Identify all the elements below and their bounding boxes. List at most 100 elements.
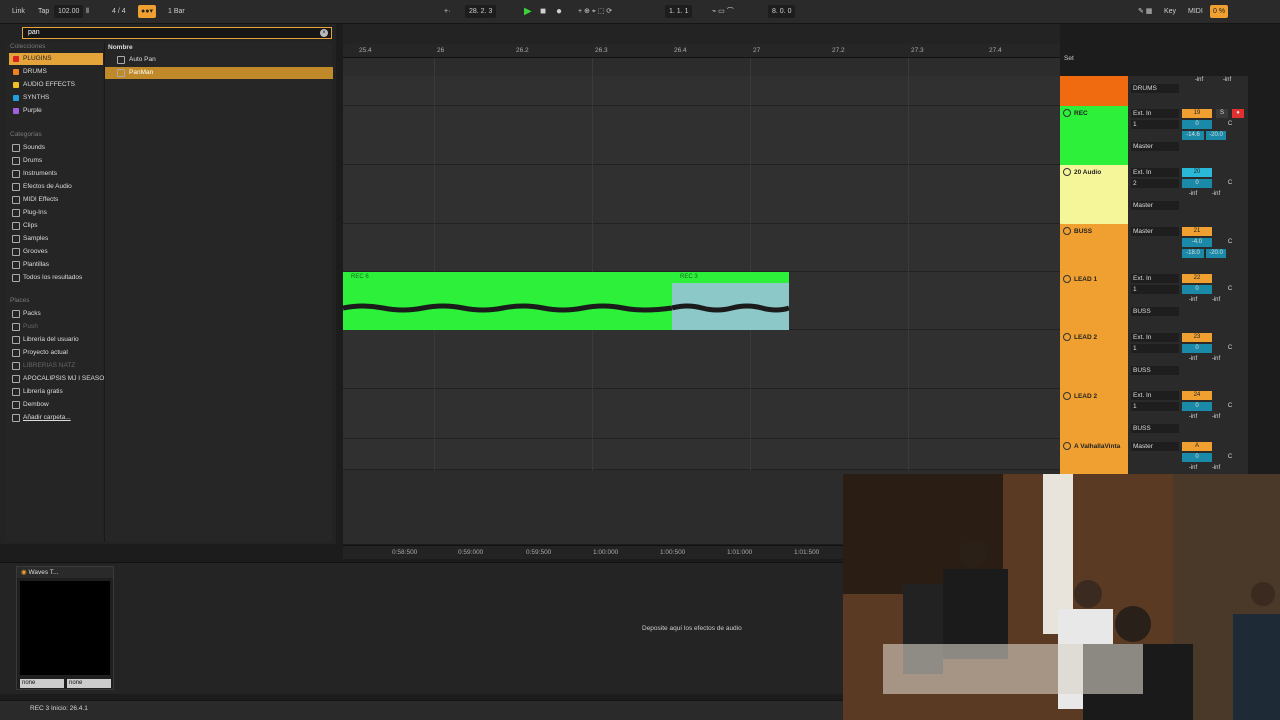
drop-hint[interactable]: Deposite aquí los efectos de audio — [642, 625, 742, 632]
output-select[interactable]: DRUMS — [1131, 84, 1179, 93]
place-push[interactable]: Push — [9, 321, 103, 333]
track-header-lead-2[interactable]: LEAD 2 — [1060, 330, 1128, 389]
loop-start[interactable]: 1. 1. 1 — [665, 5, 693, 18]
device-title-bar[interactable]: ◉ Waves T... — [17, 567, 113, 578]
send-field[interactable]: -20.0 — [1206, 131, 1226, 140]
output-select[interactable]: Master — [1131, 142, 1179, 151]
collection-audio-effects[interactable]: AUDIO EFFECTS — [9, 79, 103, 91]
arm-button[interactable]: ● — [1232, 109, 1244, 118]
volume-field[interactable]: 0 — [1182, 120, 1212, 129]
volume-field[interactable]: 0 — [1182, 453, 1212, 462]
track-activator[interactable]: 20 — [1182, 168, 1212, 177]
output-select[interactable]: Master — [1131, 227, 1179, 236]
loop-length[interactable]: 8. 0. 0 — [768, 5, 796, 18]
input-channel-select[interactable]: 1 — [1131, 344, 1179, 353]
category-templates[interactable]: Plantillas — [9, 259, 103, 271]
send-field[interactable]: -inf — [1206, 190, 1226, 199]
category-grooves[interactable]: Grooves — [9, 246, 103, 258]
input-channel-select[interactable]: 1 — [1131, 402, 1179, 411]
collection-drums[interactable]: DRUMS — [9, 66, 103, 78]
pan-field[interactable]: C — [1216, 402, 1244, 411]
overview-strip[interactable] — [343, 24, 1060, 44]
pan-field[interactable]: C — [1216, 179, 1244, 188]
input-type-select[interactable]: Ext. In — [1131, 168, 1179, 177]
track-lane[interactable] — [343, 330, 1060, 389]
input-type-select[interactable]: Ext. In — [1131, 109, 1179, 118]
time-ruler[interactable]: 0:58:500 0:59:000 0:59:500 1:00:000 1:00… — [343, 545, 843, 559]
track-lane[interactable] — [343, 106, 1060, 165]
volume-field[interactable]: 0 — [1182, 344, 1212, 353]
metronome-icon[interactable]: ⦀ — [86, 5, 89, 18]
place-apocalipsis[interactable]: APOCALIPSIS MJ I SEASO — [9, 373, 104, 385]
pan-field[interactable]: C — [1216, 344, 1244, 353]
link-button[interactable]: Link — [12, 5, 25, 18]
send-field[interactable]: -inf — [1206, 355, 1226, 364]
volume-field[interactable]: 0 — [1182, 402, 1212, 411]
volume-field[interactable]: -4.0 — [1182, 238, 1212, 247]
list-item-auto-pan[interactable]: Auto Pan — [105, 54, 333, 66]
pan-field[interactable]: C — [1216, 238, 1244, 247]
record-quantize-icon[interactable]: ●●▾ — [138, 5, 156, 18]
category-instruments[interactable]: Instruments — [9, 168, 103, 180]
input-channel-select[interactable]: 1 — [1131, 120, 1179, 129]
song-position[interactable]: 28. 2. 3 — [465, 5, 497, 18]
sidechain-select[interactable]: none — [67, 679, 111, 688]
place-packs[interactable]: Packs — [9, 308, 103, 320]
fold-icon[interactable] — [1063, 275, 1071, 283]
track-header-lead-1[interactable]: LEAD 1 — [1060, 272, 1128, 330]
overdub-icon[interactable]: + ⊕ ⌖ ⬚ ⟳ — [578, 5, 612, 18]
output-select[interactable]: BUSS — [1131, 424, 1179, 433]
place-user-library[interactable]: Librería del usuario — [9, 334, 103, 346]
collection-purple[interactable]: Purple — [9, 105, 103, 117]
search-text[interactable]: pan — [28, 29, 40, 36]
volume-field[interactable]: 0 — [1182, 285, 1212, 294]
record-button[interactable]: ● — [556, 5, 562, 18]
output-select[interactable]: BUSS — [1131, 366, 1179, 375]
midi-map-button[interactable]: MIDI — [1188, 5, 1203, 18]
category-clips[interactable]: Clips — [9, 220, 103, 232]
output-select[interactable]: Master — [1131, 201, 1179, 210]
track-header-return-a[interactable]: A ValhallaVinta — [1060, 439, 1128, 474]
place-dembow[interactable]: Dembow — [9, 399, 103, 411]
category-drums[interactable]: Drums — [9, 155, 103, 167]
pan-field[interactable]: C — [1216, 285, 1244, 294]
pan-field[interactable]: C — [1216, 120, 1244, 129]
category-sounds[interactable]: Sounds — [9, 142, 103, 154]
input-type-select[interactable]: Ext. In — [1131, 333, 1179, 342]
place-librerias-natz[interactable]: LIBRERIAS NATZ — [9, 360, 103, 372]
list-item-panman[interactable]: PanMan — [105, 67, 333, 79]
fold-icon[interactable] — [1063, 442, 1071, 450]
time-signature[interactable]: 4 / 4 — [112, 5, 126, 18]
track-activator[interactable]: 19 — [1182, 109, 1212, 118]
tap-button[interactable]: Tap — [38, 5, 49, 18]
quantize-menu[interactable]: 1 Bar — [168, 5, 185, 18]
track-activator[interactable]: 21 — [1182, 227, 1212, 236]
track-lane[interactable] — [343, 439, 1060, 470]
track-activator[interactable]: 22 — [1182, 274, 1212, 283]
set-locator-label[interactable]: Set — [1064, 55, 1074, 62]
follow-icon[interactable]: +· — [444, 5, 450, 18]
volume-field[interactable]: 0 — [1182, 179, 1212, 188]
input-channel-select[interactable]: 1 — [1131, 285, 1179, 294]
track-lane[interactable] — [343, 165, 1060, 224]
input-type-select[interactable]: Ext. In — [1131, 391, 1179, 400]
category-samples[interactable]: Samples — [9, 233, 103, 245]
key-map-button[interactable]: Key — [1164, 5, 1176, 18]
beat-ruler[interactable]: 25.4 26 26.2 26.3 26.4 27 27.2 27.3 27.4 — [343, 44, 1060, 58]
collection-plugins[interactable]: PLUGINS — [9, 53, 103, 65]
send-field[interactable]: -inf — [1206, 413, 1226, 422]
track-lane[interactable] — [343, 389, 1060, 439]
sidechain-select[interactable]: none — [20, 679, 64, 688]
add-folder-button[interactable]: Añadir carpeta... — [9, 412, 103, 424]
input-type-select[interactable]: Ext. In — [1131, 274, 1179, 283]
track-activator[interactable]: 24 — [1182, 391, 1212, 400]
draw-mode-icon[interactable]: ⌁ ▭ ⌒ — [712, 5, 734, 18]
fold-icon[interactable] — [1063, 109, 1071, 117]
stop-button[interactable]: ■ — [540, 5, 546, 18]
input-channel-select[interactable]: 2 — [1131, 179, 1179, 188]
pencil-icon[interactable]: ✎ ▦ — [1138, 5, 1152, 18]
category-plugins[interactable]: Plug-Ins — [9, 207, 103, 219]
track-activator[interactable]: 23 — [1182, 333, 1212, 342]
search-input[interactable]: pan × — [22, 27, 332, 39]
track-header-buss[interactable]: BUSS — [1060, 224, 1128, 272]
